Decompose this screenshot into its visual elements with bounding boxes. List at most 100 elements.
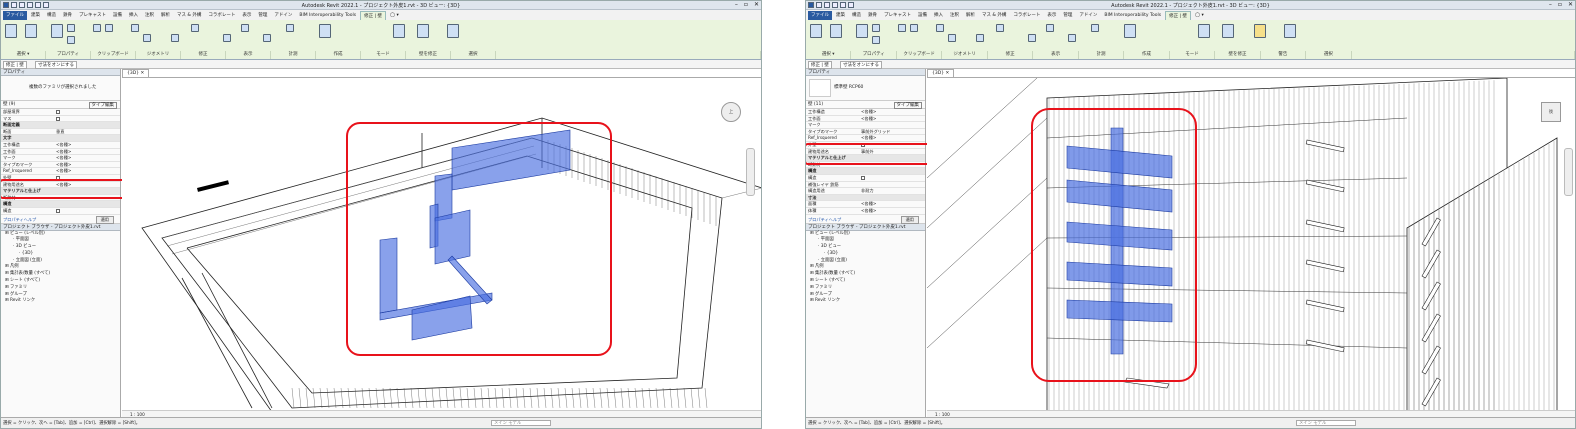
filter-icon[interactable] (1284, 24, 1296, 38)
browser-item[interactable]: · 3D ビュー (1, 244, 120, 251)
tab-modify-wall[interactable]: 修正 | 壁 (360, 11, 386, 20)
property-row[interactable]: 工作面 <各種> (1, 149, 120, 156)
tab-precast[interactable]: プレキャスト (881, 11, 914, 20)
measure-icon[interactable] (263, 34, 271, 42)
group-select-label[interactable]: 選択 ▾ (806, 51, 852, 59)
tab-modify-wall[interactable]: 修正 | 壁 (1165, 11, 1191, 20)
property-row[interactable]: 部屋境界 (1, 109, 120, 116)
close-icon[interactable]: ✕ (1568, 1, 1573, 8)
tab-file[interactable]: ファイル (808, 11, 832, 20)
edit-type-button[interactable]: タイプ編集 (88, 102, 117, 109)
browser-item[interactable]: ⊞ シート (すべて) (806, 278, 925, 285)
maximize-icon[interactable]: ▫ (744, 1, 748, 8)
tab-file[interactable]: ファイル (3, 11, 27, 20)
tab-addins[interactable]: アドイン (271, 11, 295, 20)
type-selector[interactable]: 標準壁 RCP60 (806, 76, 925, 101)
instance-filter[interactable]: 壁 (11) タイプ編集 (806, 101, 925, 109)
create-group-icon[interactable] (1091, 24, 1099, 32)
minimize-icon[interactable]: – (735, 1, 738, 8)
align-icon[interactable] (936, 24, 944, 32)
paste-button[interactable] (51, 24, 63, 38)
property-row[interactable]: マス (1, 116, 120, 123)
browser-item[interactable]: ⊞ Revit リンク (1, 298, 120, 305)
navigation-bar[interactable] (1564, 148, 1573, 196)
property-value[interactable] (56, 109, 120, 115)
browser-item[interactable]: · 3D ビュー (806, 244, 925, 251)
maximize-icon[interactable]: ▫ (1558, 1, 1562, 8)
property-category[interactable]: 構造 (806, 168, 925, 175)
detach-top-icon[interactable] (417, 24, 429, 38)
property-value[interactable]: <各種> (56, 155, 120, 161)
tab-structure[interactable]: 構造 (849, 11, 864, 20)
tab-analyze[interactable]: 解析 (963, 11, 978, 20)
view-control-bar[interactable]: 1 : 100 (122, 410, 761, 417)
browser-item[interactable]: · {3D} (806, 251, 925, 258)
tab-annotate[interactable]: 注釈 (947, 11, 962, 20)
cut-icon[interactable] (872, 24, 880, 32)
property-value[interactable]: <各種> (861, 116, 925, 122)
navigation-bar[interactable] (746, 148, 755, 196)
property-value[interactable]: <各種> (861, 109, 925, 115)
main-model-field[interactable]: メイン モデル (1296, 420, 1356, 426)
browser-item[interactable]: ⊞ シート (すべて) (1, 278, 120, 285)
measure-icon[interactable] (1068, 34, 1076, 42)
property-value[interactable]: <各種> (861, 201, 925, 207)
move-icon[interactable] (143, 34, 151, 42)
warning-icon[interactable] (1254, 24, 1266, 38)
paste-button[interactable] (856, 24, 868, 38)
delete-icon[interactable] (223, 34, 231, 42)
tab-manage[interactable]: 管理 (1060, 11, 1075, 20)
move-icon[interactable] (948, 34, 956, 42)
property-category[interactable]: 断面定義 (1, 122, 120, 129)
property-value[interactable] (861, 168, 925, 174)
dimensions-toggle[interactable]: 寸法をオンにする (840, 61, 883, 69)
property-row[interactable]: 構造 (806, 175, 925, 182)
properties-button[interactable] (830, 24, 842, 38)
tab-extra[interactable]: ◯ ▾ (387, 11, 402, 20)
minimize-icon[interactable]: – (1549, 1, 1552, 8)
edit-profile-icon[interactable] (319, 24, 331, 38)
property-value[interactable]: <各種> (56, 142, 120, 148)
tab-3d-view[interactable]: {3D} ✕ (122, 69, 150, 77)
tab-structure[interactable]: 構造 (44, 11, 59, 20)
property-value[interactable] (56, 122, 120, 128)
property-checkbox[interactable] (56, 116, 60, 121)
apply-button[interactable]: 適用 (900, 215, 919, 224)
tab-annotate[interactable]: 注釈 (142, 11, 157, 20)
property-value[interactable]: <各種> (56, 162, 120, 168)
property-row[interactable]: Ref_Irsquered <各種> (806, 135, 925, 142)
browser-item[interactable]: ⊞ Revit リンク (806, 298, 925, 305)
property-row[interactable]: 工作面 <各種> (806, 116, 925, 123)
tab-extra[interactable]: ◯ ▾ (1192, 11, 1207, 20)
property-value[interactable] (861, 182, 925, 188)
property-row[interactable]: タイプのマーク 事前外グリッド (806, 129, 925, 136)
property-row[interactable]: Ref_Irsquered <各種> (1, 168, 120, 175)
property-row[interactable]: 工作構造 <各種> (1, 142, 120, 149)
mirror-icon[interactable] (996, 24, 1004, 32)
view-cube[interactable]: 後 (1541, 102, 1561, 122)
property-checkbox[interactable] (56, 110, 60, 114)
attach-top-icon[interactable] (1198, 24, 1210, 38)
property-row[interactable]: 補強レイヤ 鉄筋 (806, 182, 925, 189)
tab-insert[interactable]: 挿入 (126, 11, 141, 20)
properties-button[interactable] (25, 24, 37, 38)
property-row[interactable]: 構造用途 非耐力 (806, 188, 925, 195)
tab-precast[interactable]: プレキャスト (76, 11, 109, 20)
3d-viewport[interactable]: 後 1 : 100 (927, 77, 1575, 417)
property-value[interactable]: <各種> (56, 168, 120, 174)
tab-manage[interactable]: 管理 (255, 11, 270, 20)
property-category[interactable]: 文字 (1, 135, 120, 142)
property-row[interactable]: 構造 (1, 208, 120, 215)
property-row[interactable]: 体積 <各種> (806, 208, 925, 215)
view-cube[interactable]: 上 (721, 102, 741, 122)
property-value[interactable] (861, 195, 925, 201)
property-value[interactable] (861, 175, 925, 181)
instance-filter[interactable]: 壁 (9) タイプ編集 (1, 101, 120, 109)
property-value[interactable] (56, 116, 120, 122)
tab-architecture[interactable]: 建築 (28, 11, 43, 20)
property-value[interactable]: 非耐力 (861, 188, 925, 194)
main-model-field[interactable]: メイン モデル (491, 420, 551, 426)
3d-viewport[interactable]: 上 1 : 100 (122, 77, 761, 417)
filter-icon[interactable] (447, 24, 459, 38)
join-icon[interactable] (872, 36, 880, 44)
